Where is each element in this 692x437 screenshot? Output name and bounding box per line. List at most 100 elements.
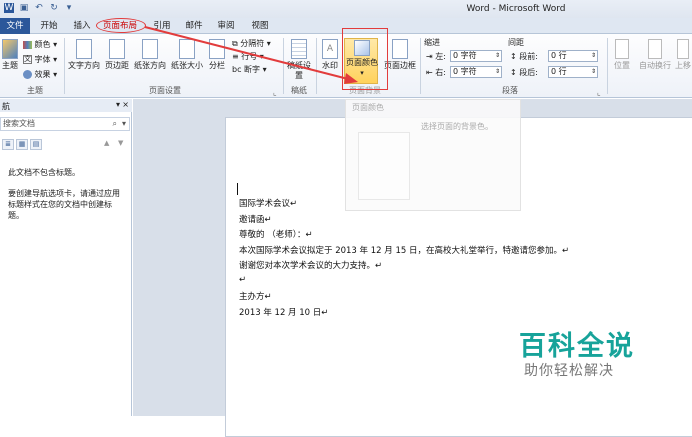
spacing-before-icon: ↕ — [510, 52, 517, 61]
position-button[interactable]: 位置 — [610, 39, 634, 71]
document-line[interactable]: 尊敬的 （老师）：↵ — [239, 228, 313, 240]
theme-fonts-label: 字体 — [34, 55, 51, 64]
navigation-pane-header: 航 ▾ × — [0, 99, 132, 112]
indent-right-label: ⇤ 右: — [426, 68, 446, 77]
text-direction-button[interactable]: 文字方向 — [66, 39, 102, 71]
results-view-icon[interactable]: ▤ — [30, 139, 42, 150]
page-color-menu: 页面颜色 选择页面的背景色。 — [345, 99, 521, 211]
document-line[interactable]: 国际学术会议↵ — [239, 197, 297, 209]
orientation-button[interactable]: 纸张方向 — [132, 39, 168, 71]
tab-file[interactable]: 文件 — [0, 18, 30, 34]
page-color-button[interactable]: 页面颜色 ▾ — [344, 38, 378, 84]
theme-effects-label: 效果 — [34, 70, 51, 79]
orientation-icon — [142, 39, 158, 59]
hyphenation-button[interactable]: bc 断字 ▾ — [232, 64, 267, 75]
paragraph-group-label: 段落 — [502, 86, 518, 95]
manuscript-group-label: 稿纸 — [291, 86, 307, 95]
spacing-after-input[interactable]: 0 行 ⇕ — [548, 66, 598, 78]
window-title: Word - Microsoft Word — [466, 4, 566, 14]
search-icon[interactable]: ⌕ — [113, 118, 117, 130]
margins-button[interactable]: 页边距 — [103, 39, 131, 71]
pane-menu-icon[interactable]: ▾ — [116, 100, 120, 109]
next-icon[interactable]: ▼ — [118, 139, 123, 147]
document-line[interactable]: 邀请函↵ — [239, 213, 272, 225]
size-button[interactable]: 纸张大小 — [169, 39, 205, 71]
page-color-preview — [358, 132, 410, 200]
page-color-icon — [354, 40, 370, 56]
spinner-icon[interactable]: ⇕ — [495, 67, 500, 77]
tab-review[interactable]: 审阅 — [212, 18, 240, 34]
tab-view[interactable]: 视图 — [246, 18, 274, 34]
document-line[interactable]: 2013 年 12 月 10 日↵ — [239, 306, 328, 318]
page-borders-label: 页面边框 — [384, 61, 416, 70]
previous-icon[interactable]: ▲ — [104, 139, 109, 147]
tab-insert[interactable]: 插入 — [68, 18, 96, 34]
spacing-before-input[interactable]: 0 行 ⇕ — [548, 50, 598, 62]
search-dropdown-icon[interactable]: ▾ — [122, 118, 126, 130]
no-headings-message: 此文档不包含标题。 — [8, 168, 80, 177]
theme-colors-button[interactable]: 颜色 ▾ — [23, 39, 57, 50]
themes-icon — [2, 39, 18, 59]
separator — [420, 38, 421, 94]
highlight-ellipse — [96, 18, 146, 33]
theme-fonts-button[interactable]: 文 字体 ▾ — [23, 54, 57, 65]
separator — [607, 38, 608, 94]
indent-heading: 缩进 — [424, 38, 440, 47]
pages-view-icon[interactable]: ▦ — [16, 139, 28, 150]
spinner-icon[interactable]: ⇕ — [591, 51, 596, 61]
document-line[interactable]: 谢谢您对本次学术会议的大力支持。↵ — [239, 259, 382, 271]
create-headings-hint: 要创建导航选项卡，请通过应用标题样式在您的文档中创建标题。 — [8, 189, 120, 220]
themes-label: 主题 — [2, 61, 18, 70]
manuscript-icon — [291, 39, 307, 59]
indent-left-input[interactable]: 0 字符 ⇕ — [450, 50, 502, 62]
indent-left-icon: ⇥ — [426, 52, 433, 61]
bring-forward-button[interactable]: 上移 — [674, 39, 692, 71]
manuscript-settings-button[interactable]: 稿纸设置 — [286, 39, 312, 81]
page-setup-launcher-icon[interactable]: ⌞ — [273, 88, 277, 97]
size-label: 纸张大小 — [171, 61, 203, 70]
document-line[interactable]: 本次国际学术会议拟定于 2013 年 12 月 15 日，在高校大礼堂举行，特邀… — [239, 244, 569, 256]
page-color-label: 页面颜色 — [346, 58, 378, 67]
breaks-button[interactable]: ⧉ 分隔符 ▾ — [232, 38, 271, 49]
navigation-pane-title: 航 — [2, 102, 10, 111]
search-input[interactable]: 搜索文档 ⌕ ▾ — [0, 117, 130, 131]
columns-icon — [209, 39, 225, 59]
tab-home[interactable]: 开始 — [35, 18, 63, 34]
watermark-label: 水印 — [322, 61, 338, 70]
tab-mailings[interactable]: 邮件 — [180, 18, 208, 34]
position-icon — [615, 39, 629, 59]
theme-effects-button[interactable]: 效果 ▾ — [23, 69, 57, 80]
indent-right-input[interactable]: 0 字符 ⇕ — [450, 66, 502, 78]
close-icon[interactable]: × — [122, 100, 129, 109]
themes-button[interactable]: 主题 — [0, 39, 20, 71]
breaks-label: 分隔符 — [240, 39, 265, 48]
bring-forward-icon — [677, 39, 689, 59]
page-background-group-label: 页面背景 — [349, 86, 381, 95]
line-numbers-button[interactable]: ≡ 行号 ▾ — [232, 51, 264, 62]
breaks-icon: ⧉ — [232, 39, 238, 48]
document-line[interactable]: ↵ — [239, 275, 246, 285]
title-bar: W ▣ ↶ ↻ ▾ Word - Microsoft Word — [0, 0, 692, 18]
document-area: 页面颜色 选择页面的背景色。 国际学术会议↵ 邀请函↵ 尊敬的 （老师）：↵ 本次国际… — [133, 99, 692, 437]
paragraph-launcher-icon[interactable]: ⌞ — [597, 88, 601, 97]
page-borders-icon — [392, 39, 408, 59]
columns-label: 分栏 — [209, 61, 225, 70]
headings-view-icon[interactable]: ≣ — [2, 139, 14, 150]
text-cursor — [237, 183, 238, 195]
text-direction-label: 文字方向 — [68, 61, 100, 70]
tab-references[interactable]: 引用 — [148, 18, 176, 34]
wrap-text-button[interactable]: 自动换行 — [636, 39, 674, 71]
margins-label: 页边距 — [105, 61, 129, 70]
page-borders-button[interactable]: 页面边框 — [382, 39, 418, 71]
document-line[interactable]: 主办方↵ — [239, 290, 272, 302]
bring-forward-label: 上移 — [675, 61, 691, 70]
columns-button[interactable]: 分栏 — [206, 39, 228, 71]
spacing-before-label: ↕ 段前: — [510, 52, 538, 61]
spinner-icon[interactable]: ⇕ — [591, 67, 596, 77]
position-label: 位置 — [614, 61, 630, 70]
watermark-button[interactable]: A 水印 — [318, 39, 342, 71]
spacing-heading: 间距 — [508, 38, 524, 47]
page-color-menu-description: 选择页面的背景色。 — [421, 122, 493, 131]
spinner-icon[interactable]: ⇕ — [495, 51, 500, 61]
page-color-dropdown-icon: ▾ — [360, 69, 364, 77]
